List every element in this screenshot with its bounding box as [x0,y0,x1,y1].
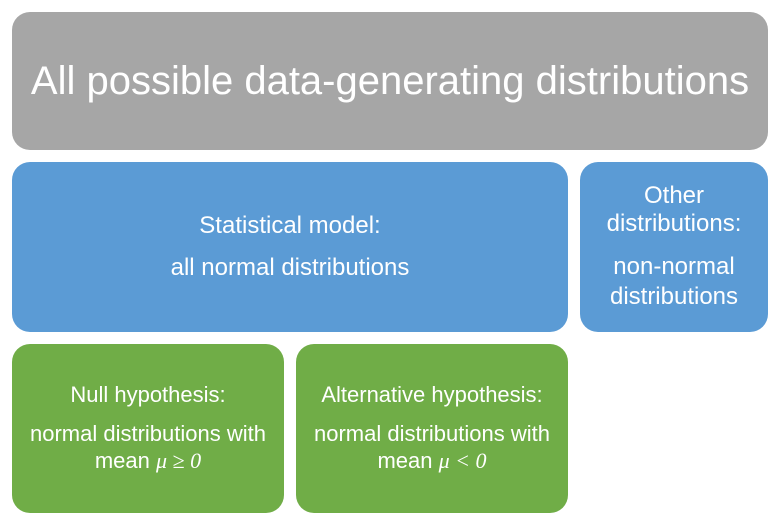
alt-hypothesis-math: μ < 0 [439,448,487,473]
all-distributions-title: All possible data-generating distributio… [31,57,749,105]
null-hypothesis-math: μ ≥ 0 [156,448,201,473]
alt-hypothesis-box: Alternative hypothesis: normal distribut… [296,344,568,514]
bottom-row: Null hypothesis: normal distributions wi… [12,344,768,514]
alt-hypothesis-prefix: normal distributions with mean [314,421,550,474]
all-distributions-box: All possible data-generating distributio… [12,12,768,150]
alt-hypothesis-sub: normal distributions with mean μ < 0 [314,420,550,475]
diagram-container: All possible data-generating distributio… [12,12,768,513]
other-distributions-title: Other distributions: [598,182,750,238]
statistical-model-box: Statistical model: all normal distributi… [12,162,568,332]
null-hypothesis-title: Null hypothesis: [70,382,225,408]
other-distributions-sub: non-normal distributions [598,252,750,312]
middle-row: Statistical model: all normal distributi… [12,162,768,332]
null-hypothesis-box: Null hypothesis: normal distributions wi… [12,344,284,514]
other-distributions-box: Other distributions: non-normal distribu… [580,162,768,332]
bottom-spacer [580,344,768,514]
null-hypothesis-prefix: normal distributions with mean [30,421,266,474]
statistical-model-sub: all normal distributions [171,254,410,282]
statistical-model-title: Statistical model: [199,212,380,240]
alt-hypothesis-title: Alternative hypothesis: [321,382,542,408]
null-hypothesis-sub: normal distributions with mean μ ≥ 0 [30,420,266,475]
